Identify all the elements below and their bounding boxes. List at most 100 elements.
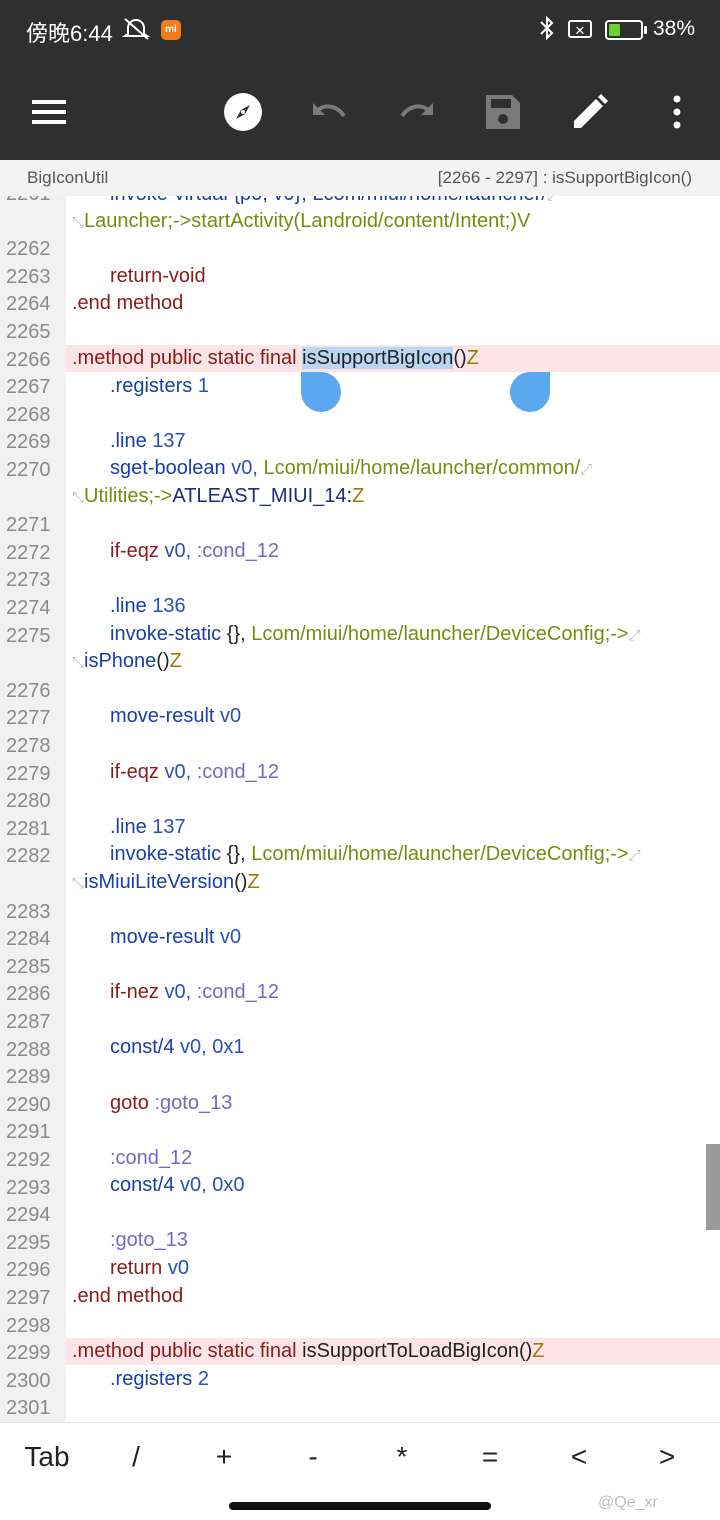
code-line: move-result v0 (110, 926, 242, 948)
line-number: 2264 (6, 293, 51, 316)
line-number: 2273 (6, 569, 51, 592)
line-number: 2266 (6, 348, 51, 371)
line-number: 2298 (6, 1314, 51, 1337)
code-line: sget-boolean v0, Lcom/miui/home/launcher… (110, 457, 593, 479)
code-line: .registers 1 (110, 375, 209, 397)
wrap-icon: ⤢ (628, 847, 641, 864)
code-line: .end method (72, 1285, 184, 1307)
app-notification-icon: mi (161, 20, 181, 40)
wrap-icon: ⤢ (628, 627, 641, 644)
key-equals[interactable]: = (460, 1441, 520, 1473)
line-number: 2297 (6, 1287, 51, 1309)
code-line: .line 137 (110, 816, 186, 838)
line-number: 2300 (6, 1369, 51, 1392)
battery-icon (605, 20, 643, 40)
key-minus[interactable]: - (283, 1441, 343, 1473)
line-number: 2287 (6, 1011, 51, 1033)
menu-icon[interactable] (25, 87, 75, 137)
battery-tip (644, 26, 647, 34)
class-name: BigIconUtil (27, 168, 109, 187)
watermark: @Qe_xr (598, 1494, 658, 1511)
code-line: invoke-static {}, Lcom/miui/home/launche… (110, 623, 641, 645)
line-number: 2274 (6, 597, 51, 619)
line-number: 2301 (6, 1397, 51, 1420)
status-bar: 傍晚6:44 mi ✕ 38% (0, 0, 720, 62)
undo-icon[interactable] (305, 87, 355, 137)
line-number: 2267 (6, 376, 51, 399)
line-number: 2281 (6, 817, 51, 840)
status-time: 傍晚6:44 (26, 21, 113, 46)
line-number: 2263 (6, 265, 51, 288)
line-number: 2294 (6, 1204, 51, 1227)
code-line: .line 136 (110, 595, 186, 617)
wrap-icon: ⤡ (72, 489, 85, 506)
line-number: 2271 (6, 514, 51, 537)
selection-end-handle[interactable] (510, 372, 550, 412)
line-number: 2279 (6, 762, 51, 785)
line-number-gutter: 2261 2262 2263 2264 2265 2266 2267 2268 2269 2270… (0, 196, 66, 1422)
key-plus[interactable]: + (194, 1441, 254, 1473)
line-number: 2289 (6, 1066, 51, 1089)
key-asterisk[interactable]: * (372, 1441, 432, 1473)
line-number: 2268 (6, 403, 51, 426)
key-greater-than[interactable]: > (637, 1441, 697, 1473)
method-range: [2266 - 2297] : isSupportBigIcon() (437, 168, 692, 187)
line-number: 2280 (6, 790, 51, 813)
line-number: 2284 (6, 928, 51, 951)
code-line: return-void (110, 265, 206, 287)
line-number: 2292 (6, 1149, 51, 1171)
wrap-icon: ⤢ (580, 461, 593, 478)
key-tab[interactable]: Tab (17, 1441, 77, 1473)
line-number: 2265 (6, 321, 51, 343)
file-info-bar: BigIconUtil [2266 - 2297] : isSupportBig… (0, 160, 720, 196)
scrollbar-thumb[interactable] (706, 1144, 720, 1230)
line-number: 2293 (6, 1176, 51, 1199)
code-line: ⤡Launcher;->startActivity(Landroid/conte… (72, 210, 531, 232)
compass-icon[interactable] (218, 87, 268, 137)
line-number: 2272 (6, 541, 51, 564)
line-number: 2269 (6, 431, 51, 454)
code-line: .registers 2 (110, 1368, 209, 1390)
no-sim-icon: ✕ (568, 20, 592, 38)
key-less-than[interactable]: < (549, 1441, 609, 1473)
wrap-icon: ⤡ (72, 654, 85, 671)
selection-start-handle[interactable] (301, 372, 341, 412)
line-number: 2286 (6, 983, 51, 1006)
line-number: 2285 (6, 955, 51, 978)
battery-percent: 38% (653, 17, 696, 40)
editor-toolbar (0, 62, 720, 160)
code-line: ⤡isMiuiLiteVersion()Z (72, 871, 260, 893)
code-line: ⤡isPhone()Z (72, 650, 182, 672)
line-number: 2296 (6, 1259, 51, 1282)
wrap-icon: ⤢ (547, 196, 559, 204)
line-number: 2290 (6, 1093, 51, 1116)
code-line: if-eqz v0, :cond_12 (110, 540, 280, 562)
save-icon[interactable] (478, 87, 528, 137)
mute-icon (121, 16, 152, 48)
redo-icon[interactable] (391, 87, 441, 137)
line-number: 2288 (6, 1038, 51, 1061)
code-editor[interactable]: 2261 2262 2263 2264 2265 2266 2267 2268 2269 2270… (0, 196, 720, 1422)
line-number: 2291 (6, 1121, 51, 1144)
code-line: move-result v0 (110, 705, 242, 727)
line-number: 2278 (6, 735, 51, 757)
code-line: if-nez v0, :cond_12 (110, 981, 280, 1003)
line-number: 2275 (6, 624, 51, 647)
edit-icon[interactable] (565, 87, 615, 137)
code-line: .method public static final isSupportToL… (72, 1340, 545, 1362)
line-number: 2261 (6, 196, 62, 208)
selected-text: isSupportBigIcon (302, 347, 454, 369)
code-line: goto :goto_13 (110, 1092, 233, 1114)
symbol-keybar: Tab / + - * = < > (0, 1422, 720, 1493)
line-number: 2283 (6, 900, 51, 923)
key-slash[interactable]: / (106, 1441, 166, 1473)
code-line: if-eqz v0, :cond_12 (110, 761, 280, 783)
code-line: :goto_13 (110, 1229, 188, 1251)
code-line: ⤡Utilities;->ATLEAST_MIUI_14:Z (72, 485, 365, 507)
line-number: 2276 (6, 679, 51, 702)
more-icon[interactable] (652, 87, 702, 137)
line-number: 2282 (6, 845, 51, 868)
code-line: const/4 v0, 0x1 (110, 1036, 245, 1058)
code-line: .method public static final isSupportBig… (72, 347, 479, 369)
home-indicator[interactable] (229, 1502, 491, 1510)
